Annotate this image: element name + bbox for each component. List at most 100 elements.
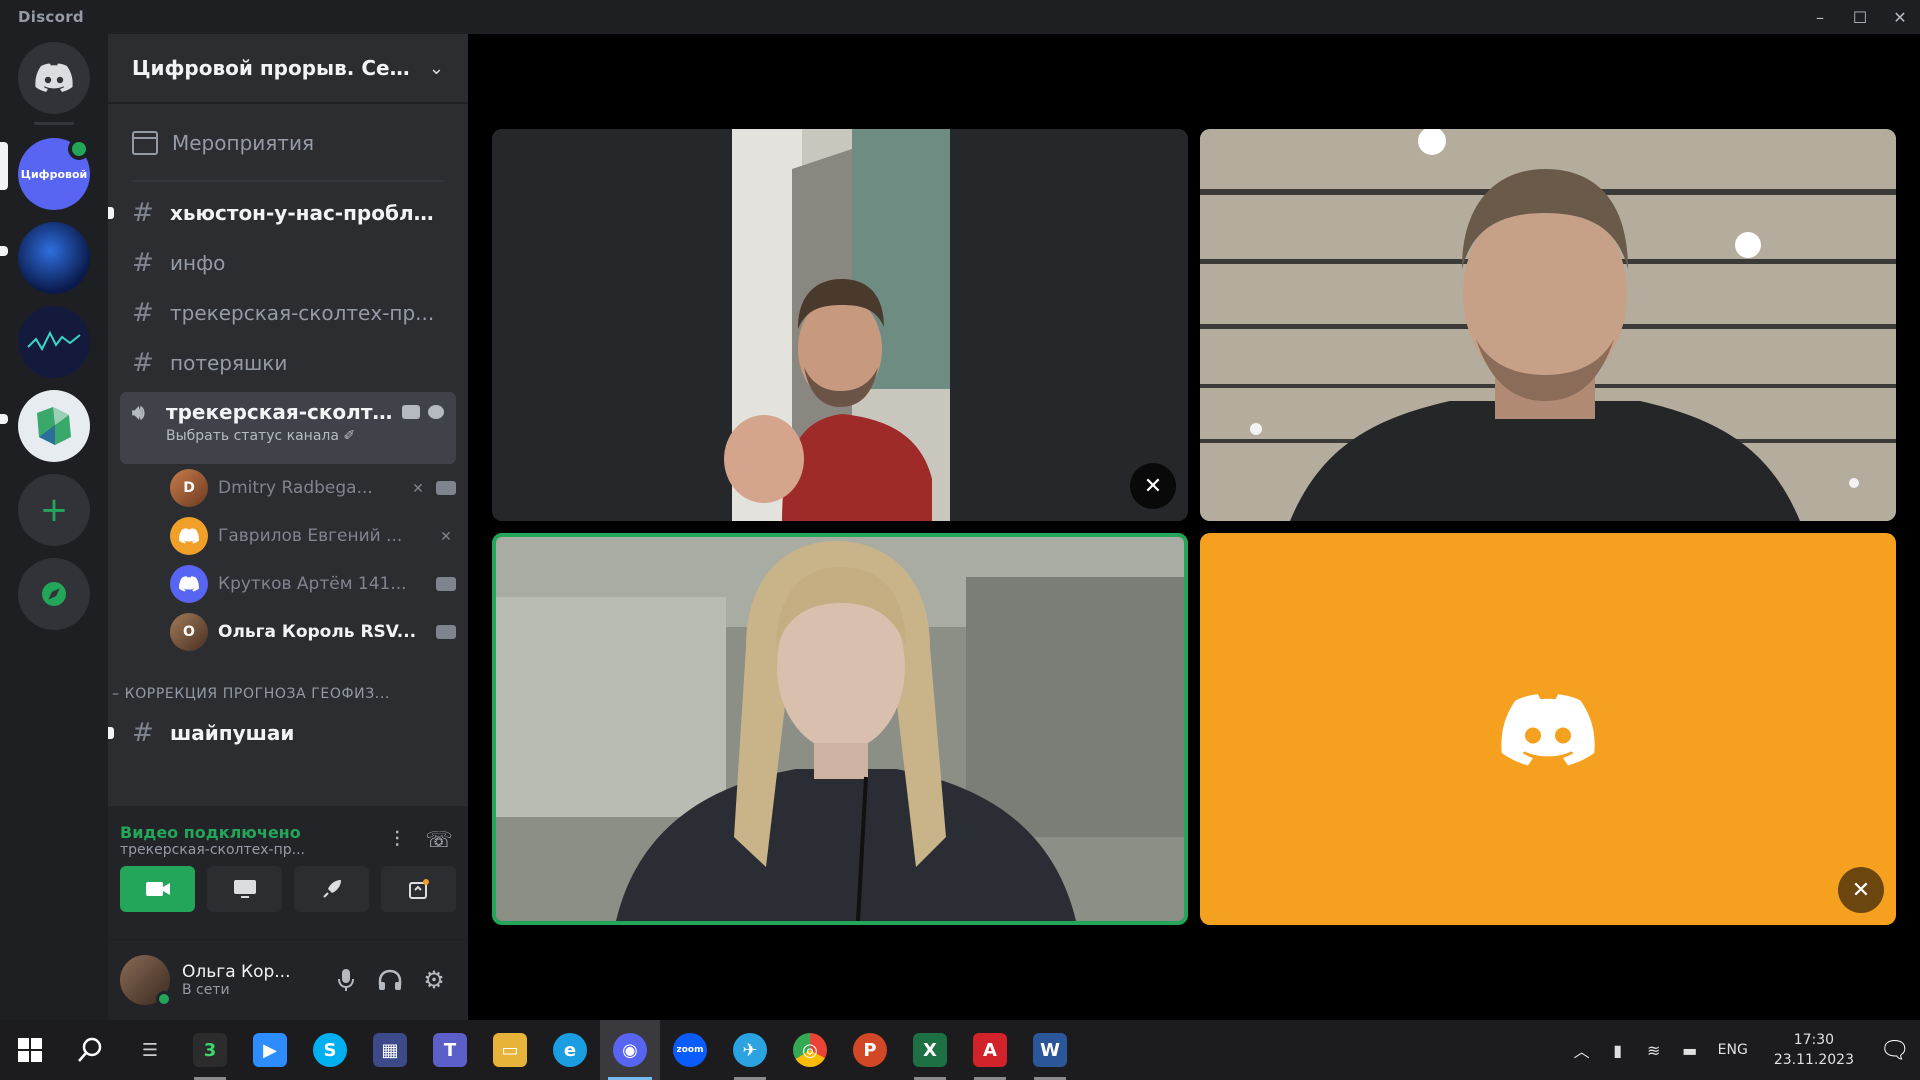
mic-off-icon: ✕ [1130, 463, 1176, 509]
discord-logo-icon [35, 63, 73, 92]
discord-logo-icon [1498, 693, 1598, 772]
voice-channel-item[interactable]: 🔊︎ трекерская-сколт... Выбрать статус ка… [120, 392, 456, 464]
unread-pill-2 [0, 414, 8, 424]
invite-user-icon[interactable] [428, 405, 444, 419]
calculator-icon: ▦ [373, 1033, 407, 1067]
taskbar-app-chrome[interactable]: ◎ [780, 1020, 840, 1080]
network-icon[interactable]: ≋ [1636, 1041, 1672, 1060]
activity-button[interactable] [294, 866, 369, 912]
channel-item[interactable]: # потеряшки [120, 338, 456, 388]
teams-icon: T [433, 1033, 467, 1067]
taskbar-app-discord[interactable]: ◉ [600, 1020, 660, 1080]
channel-item[interactable]: # хьюстон-у-нас-пробле... [108, 188, 456, 238]
category-header[interactable]: – КОРРЕКЦИЯ ПРОГНОЗА ГЕОФИЗ... [112, 686, 456, 702]
connection-channel[interactable]: трекерская-сколтех-пр... [120, 842, 320, 858]
disconnect-icon[interactable]: ☏ [422, 823, 456, 857]
noise-suppression-icon[interactable]: ⫶ [380, 823, 414, 857]
user-info[interactable]: Ольга Кор... В сети [182, 962, 324, 998]
channel-sidebar: Цифровой прорыв. Сез... ⌄ Мероприятия # … [108, 34, 468, 940]
headphones-icon[interactable] [368, 958, 412, 1002]
video-tile-olga[interactable] [492, 533, 1188, 925]
user-panel: Ольга Кор... В сети ⚙ [108, 940, 468, 1020]
channel-item[interactable]: # инфо [120, 238, 456, 288]
taskbar-app-powerpoint[interactable]: P [840, 1020, 900, 1080]
channel-name: шайпушаи [170, 721, 295, 745]
edge-icon: e [553, 1033, 587, 1067]
clock-time: 17:30 [1793, 1032, 1835, 1048]
zoom-icon: ▶ [253, 1033, 287, 1067]
discord-home-button[interactable] [18, 42, 90, 114]
window-controls: – ☐ ✕ [1800, 0, 1920, 34]
taskbar-app-explorer[interactable]: ▭ [480, 1020, 540, 1080]
screen-share-button[interactable] [207, 866, 282, 912]
camera-toggle-button[interactable] [120, 866, 195, 912]
task-view-icon: ☰ [141, 1039, 159, 1061]
acrobat-icon: A [973, 1033, 1007, 1067]
clock[interactable]: 17:30 23.11.2023 [1774, 1030, 1854, 1070]
chevron-down-icon: ⌄ [428, 57, 444, 79]
video-tile-artem[interactable]: ✕ [1200, 533, 1896, 925]
taskbar-app-calculator[interactable]: ▦ [360, 1020, 420, 1080]
zoom-icon: zoom [673, 1033, 707, 1067]
voice-user[interactable]: Гаврилов Евгений ... ✕ [170, 512, 456, 560]
discord-logo-icon [179, 576, 199, 592]
channel-item[interactable]: # шайпушаи [108, 708, 456, 758]
server-icon-3[interactable] [18, 306, 90, 378]
channel-item[interactable]: # трекерская-сколтех-пр... [120, 288, 456, 338]
minimize-button[interactable]: – [1800, 0, 1840, 34]
soundboard-icon [408, 879, 429, 899]
microphone-icon[interactable] [324, 958, 368, 1002]
server-icon-4[interactable] [18, 390, 90, 462]
user-avatar[interactable] [120, 955, 172, 1007]
word-icon: W [1033, 1033, 1067, 1067]
hash-icon: # [132, 198, 154, 228]
taskbar-app-word[interactable]: W [1020, 1020, 1080, 1080]
gear-icon[interactable]: ⚙ [412, 958, 456, 1002]
voice-user[interactable]: О Ольга Король RSV... [170, 608, 456, 656]
mic-off-icon: ✕ [440, 529, 452, 545]
add-server-button[interactable]: + [18, 474, 90, 546]
close-button[interactable]: ✕ [1880, 0, 1920, 34]
notification-icon[interactable]: 🗨︎ [1870, 1020, 1920, 1080]
search-button[interactable] [60, 1020, 120, 1080]
voice-user[interactable]: Крутков Артём 141... [170, 560, 456, 608]
voice-channel-status[interactable]: Выбрать статус канала ✐ [166, 428, 444, 444]
camera-icon [436, 625, 456, 639]
start-button[interactable] [0, 1020, 60, 1080]
taskbar-app[interactable]: 3 [180, 1020, 240, 1080]
mic-off-icon: ✕ [412, 481, 424, 497]
taskbar-app-edge[interactable]: e [540, 1020, 600, 1080]
taskbar-app-teams[interactable]: T [420, 1020, 480, 1080]
connection-status[interactable]: Видео подключено [120, 823, 372, 842]
server-name: Цифровой прорыв. Сез... [132, 56, 421, 80]
language-indicator[interactable]: ENG [1718, 1042, 1748, 1058]
explore-servers-button[interactable] [18, 558, 90, 630]
events-link[interactable]: Мероприятия [108, 116, 468, 170]
camera-icon [436, 481, 456, 495]
maximize-button[interactable]: ☐ [1840, 0, 1880, 34]
taskbar-app-excel[interactable]: X [900, 1020, 960, 1080]
soundboard-button[interactable] [381, 866, 456, 912]
video-tile-evgeny[interactable] [1200, 129, 1896, 521]
voice-user[interactable]: D Dmitry Radbega... ✕ [170, 464, 456, 512]
usb-drive-icon[interactable]: ▮ [1600, 1041, 1636, 1060]
screen-share-icon [233, 880, 256, 898]
video-tile-dmitry[interactable]: ✕ [492, 129, 1188, 521]
clock-date: 23.11.2023 [1773, 1052, 1854, 1068]
camera-icon [436, 577, 456, 591]
chat-bubble-icon[interactable] [402, 405, 420, 419]
system-tray: ︿ ▮ ≋ ▬ ENG 17:30 23.11.2023 🗨︎ [1564, 1020, 1920, 1080]
taskbar-app-acrobat[interactable]: A [960, 1020, 1020, 1080]
search-icon [78, 1037, 102, 1062]
powerpoint-icon: P [853, 1033, 887, 1067]
avatar [170, 565, 208, 603]
taskbar-app-zoom-2[interactable]: zoom [660, 1020, 720, 1080]
taskbar-app-skype[interactable]: S [300, 1020, 360, 1080]
server-header[interactable]: Цифровой прорыв. Сез... ⌄ [108, 34, 468, 104]
server-icon-2[interactable] [18, 222, 90, 294]
battery-icon[interactable]: ▬ [1672, 1041, 1708, 1060]
task-view-button[interactable]: ☰ [120, 1020, 180, 1080]
taskbar-app-telegram[interactable]: ✈ [720, 1020, 780, 1080]
taskbar-app-zoom[interactable]: ▶ [240, 1020, 300, 1080]
chevron-up-icon[interactable]: ︿ [1564, 1038, 1600, 1062]
